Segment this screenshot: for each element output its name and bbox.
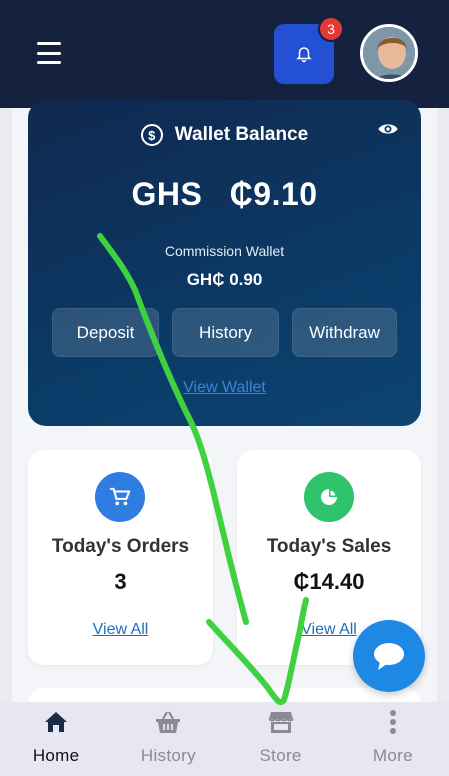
nav-item-history[interactable]: History — [112, 702, 224, 776]
wallet-header: $ Wallet Balance — [28, 124, 421, 146]
commission-value: GH₵ 0.90 — [186, 270, 263, 289]
nav-item-store[interactable]: Store — [225, 702, 337, 776]
nav-item-more[interactable]: More — [337, 702, 449, 776]
bell-icon — [296, 47, 312, 63]
cart-icon — [95, 472, 145, 522]
history-button[interactable]: History — [172, 308, 279, 357]
nav-label-store: Store — [259, 746, 302, 765]
commission-label: Commission Wallet — [164, 243, 285, 259]
wallet-card: $ Wallet Balance GHS ₵9.10 Commission Wa… — [28, 100, 421, 426]
menu-icon[interactable] — [37, 42, 61, 64]
avatar[interactable] — [360, 24, 418, 82]
orders-value: 3 — [114, 569, 127, 594]
chat-bubble-icon — [374, 643, 404, 670]
sales-value: ₵14.40 — [293, 569, 365, 594]
deposit-button[interactable]: Deposit — [52, 308, 159, 357]
store-icon — [267, 712, 294, 733]
nav-item-home[interactable]: Home — [0, 702, 112, 776]
withdraw-button[interactable]: Withdraw — [292, 308, 397, 357]
bottom-nav: Home History Store More — [0, 702, 449, 776]
dollar-icon: $ — [140, 124, 163, 146]
home-icon — [45, 712, 68, 732]
sales-title: Today's Sales — [266, 536, 392, 557]
app-header: 3 — [0, 0, 449, 108]
view-wallet-link[interactable]: View Wallet — [28, 379, 421, 397]
nav-label-history: History — [140, 746, 196, 765]
nav-label-home: Home — [32, 746, 80, 765]
eye-icon[interactable] — [377, 122, 399, 136]
chat-button[interactable] — [353, 620, 425, 692]
more-vertical-icon — [389, 710, 396, 734]
nav-label-more: More — [372, 746, 413, 765]
orders-card: Today's Orders 3 View All — [28, 450, 213, 665]
orders-view-all-link[interactable]: View All — [28, 621, 213, 639]
basket-icon — [156, 711, 181, 733]
pie-chart-icon — [304, 472, 354, 522]
notification-badge: 3 — [318, 16, 344, 42]
wallet-title: Wallet Balance — [174, 124, 309, 145]
orders-title: Today's Orders — [51, 536, 190, 557]
wallet-balance: GHS ₵9.10 — [131, 176, 318, 212]
